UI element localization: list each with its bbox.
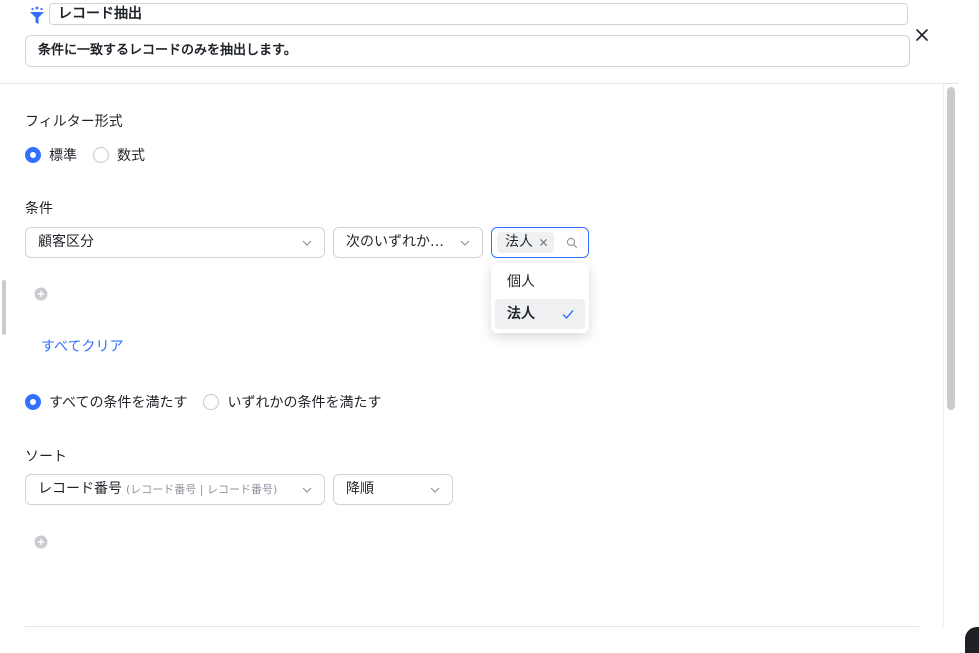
filter-format-label: フィルター形式 — [25, 114, 123, 130]
close-icon[interactable] — [912, 25, 932, 45]
filter-panel: レコード抽出 条件に一致するレコードのみを抽出します。 フィルター形式 標準 数… — [0, 0, 960, 627]
dropdown-option-corporate[interactable]: 法人 — [495, 299, 585, 329]
radio-formula-circle — [93, 147, 109, 163]
filter-format-radio-group: 標準 数式 — [25, 146, 161, 164]
dropdown-option-individual[interactable]: 個人 — [495, 267, 585, 297]
step-title-input[interactable]: レコード抽出 — [49, 3, 908, 25]
panel-header: レコード抽出 条件に一致するレコードのみを抽出します。 — [0, 0, 959, 84]
bottom-strip — [0, 627, 979, 653]
radio-formula[interactable]: 数式 — [93, 145, 145, 165]
radio-match-any-label: いずれかの条件を満たす — [227, 395, 382, 411]
radio-standard-label: 標準 — [49, 148, 77, 164]
sort-field-select[interactable]: レコード番号 (レコード番号 | レコード番号) — [25, 474, 325, 505]
tag-remove-icon[interactable] — [539, 238, 548, 247]
match-mode-radio-group: すべての条件を満たす いずれかの条件を満たす — [25, 393, 397, 411]
funnel-icon — [30, 6, 44, 24]
chevron-down-icon — [302, 240, 312, 246]
step-description-input[interactable]: 条件に一致するレコードのみを抽出します。 — [25, 35, 910, 67]
sort-order-select[interactable]: 降順 — [333, 474, 453, 505]
condition-value-select[interactable]: 法人 — [491, 227, 589, 258]
condition-field-select[interactable]: 顧客区分 — [25, 227, 325, 258]
radio-match-any[interactable]: いずれかの条件を満たす — [203, 392, 381, 412]
add-condition-icon[interactable] — [34, 287, 48, 301]
dropdown-option-label: 個人 — [507, 274, 535, 290]
radio-match-all[interactable]: すべての条件を満たす — [25, 392, 187, 412]
clear-all-link[interactable]: すべてクリア — [41, 336, 123, 356]
radio-match-all-label: すべての条件を満たす — [49, 395, 188, 411]
check-icon — [562, 310, 574, 320]
radio-match-any-circle — [203, 394, 220, 410]
scrollbar-thumb[interactable] — [947, 87, 955, 410]
condition-operator-select[interactable]: 次のいずれか… — [333, 227, 483, 258]
dropdown-option-label: 法人 — [507, 306, 535, 322]
corner-cap — [965, 627, 979, 653]
selected-tag-label: 法人 — [505, 234, 533, 250]
conditions-label: 条件 — [25, 201, 53, 217]
condition-value-dropdown: 個人 法人 — [491, 263, 589, 333]
search-icon — [566, 237, 578, 249]
right-gutter — [959, 0, 979, 627]
radio-standard[interactable]: 標準 — [25, 145, 77, 165]
sort-order-value: 降順 — [346, 481, 374, 497]
chevron-down-icon — [430, 487, 440, 493]
add-sort-icon[interactable] — [34, 535, 48, 549]
resize-handle[interactable] — [2, 280, 6, 335]
sort-field-value: レコード番号 (レコード番号 | レコード番号) — [38, 475, 277, 504]
condition-operator-value: 次のいずれか… — [346, 234, 444, 250]
sort-label: ソート — [25, 449, 67, 465]
radio-match-all-circle — [25, 394, 41, 410]
radio-standard-circle — [25, 147, 41, 163]
selected-tag: 法人 — [497, 232, 554, 253]
sort-field-name: レコード番号 — [38, 481, 122, 497]
radio-formula-label: 数式 — [117, 148, 145, 164]
chevron-down-icon — [460, 240, 470, 246]
sort-field-sub: (レコード番号 | レコード番号) — [126, 483, 278, 496]
chevron-down-icon — [302, 487, 312, 493]
condition-field-value: 顧客区分 — [38, 234, 94, 250]
